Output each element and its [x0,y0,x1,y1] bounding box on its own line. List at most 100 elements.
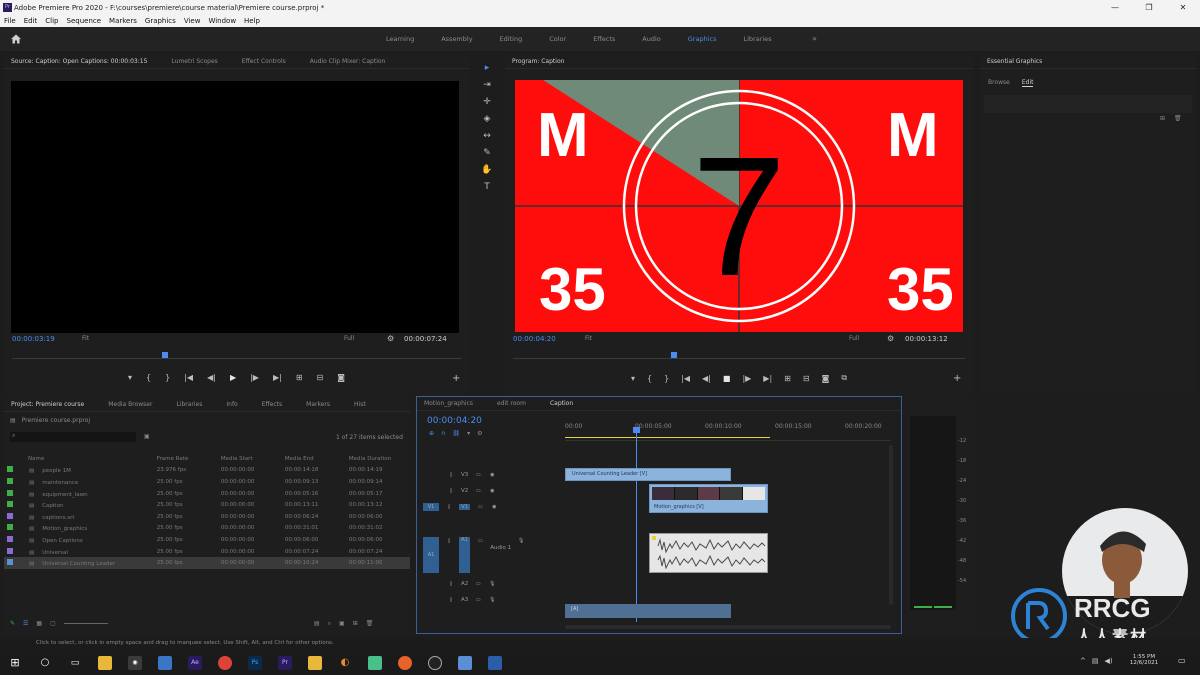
tab-markers[interactable]: Markers [306,401,330,408]
selection-tool-icon[interactable]: ▸ [481,62,493,74]
tab-seq-edit-room[interactable]: edit room [497,400,526,407]
game-icon[interactable] [308,655,322,670]
firefox-icon[interactable] [398,655,412,670]
lock-icon[interactable]: ▯ [447,580,455,588]
label-color-swatch[interactable] [7,559,13,566]
workspace-learning[interactable]: Learning [386,35,414,43]
new-bin-bottom-icon[interactable]: ▣ [339,620,345,628]
label-color-swatch[interactable] [7,535,13,542]
close-button[interactable]: ✕ [1166,0,1200,15]
track-select-icon[interactable]: ⇥ [481,79,493,91]
timeline-timecode[interactable]: 00:00:04:20 [427,416,482,426]
track-a2-label[interactable]: A2 [461,581,468,587]
blender-icon[interactable]: ◐ [338,656,352,670]
workspace-assembly[interactable]: Assembly [441,35,472,43]
workspace-color[interactable]: Color [549,35,566,43]
zoom-slider[interactable] [63,623,108,624]
program-video-frame[interactable]: M M 35 35 7 [515,80,963,332]
program-playhead[interactable] [671,352,677,358]
overwrite-icon[interactable]: ⊟ [317,373,324,382]
volume-icon[interactable]: ◀) [1105,657,1113,665]
chrome-icon[interactable] [218,655,232,670]
pencil-icon[interactable]: ✎ [10,620,15,627]
photoshop-icon[interactable]: Ps [248,655,262,670]
tab-history[interactable]: Hist [354,401,366,408]
menu-help[interactable]: Help [244,17,260,25]
sync-icon[interactable]: ▭ [476,537,484,545]
lock-icon[interactable]: ▯ [447,487,455,495]
mic-icon[interactable]: 🎙 [488,580,496,588]
label-color-swatch[interactable] [7,512,13,519]
program-timecode-out[interactable]: 00:00:13:12 [905,335,948,343]
lock-icon[interactable]: ▯ [445,537,453,545]
sync-icon[interactable]: ▭ [474,471,482,479]
new-layer-icon[interactable]: ⊞ [1160,115,1165,122]
wrench-icon[interactable]: ⚙ [387,334,394,343]
tab-audio-clip-mixer[interactable]: Audio Clip Mixer: Caption [310,58,386,65]
sync-icon[interactable]: ▭ [474,487,482,495]
project-row[interactable]: ▤ maintenance 25.00 fps 00:00:00:00 00:00:09… [4,476,410,488]
track-v3-label[interactable]: V3 [461,472,468,478]
eye-icon[interactable]: ◉ [488,471,496,479]
graphics-layer-list[interactable] [984,95,1192,113]
tab-effect-controls[interactable]: Effect Controls [242,58,286,65]
project-row[interactable]: ▤ captions.srt 25.00 fps 00:00:00:00 00:00:0… [4,511,410,523]
program-mark-in-button[interactable]: { [647,374,652,383]
clock-date[interactable]: 12/6/2021 [1128,660,1160,666]
menu-edit[interactable]: Edit [24,17,38,25]
linked-select-icon[interactable]: ⛓ [452,430,460,437]
program-mark-out-button[interactable]: } [664,374,669,383]
source-fit-dropdown[interactable]: Fit [82,335,89,342]
label-color-swatch[interactable] [7,524,13,531]
lock-icon[interactable]: ▯ [445,503,453,511]
track-v2-label[interactable]: V2 [461,488,468,494]
sync-icon[interactable]: ▭ [476,503,484,511]
comparison-view-icon[interactable]: ⧉ [841,373,847,383]
clip-a3[interactable]: [A] [565,604,731,618]
tab-source[interactable]: Source: Caption: Open Captions: 00:00:03… [11,58,147,65]
app-blue-icon[interactable] [458,655,472,670]
app-monitor-icon[interactable] [488,655,502,670]
track-v1-label[interactable]: V1 [459,504,471,510]
file-explorer-icon[interactable] [98,655,112,670]
mark-in-button[interactable]: { [146,373,151,382]
workspace-graphics[interactable]: Graphics [688,35,717,43]
go-to-in-icon[interactable]: |◀ [184,373,193,382]
menu-graphics[interactable]: Graphics [145,17,176,25]
menu-sequence[interactable]: Sequence [67,17,102,25]
label-color-swatch[interactable] [7,489,13,496]
workspace-audio[interactable]: Audio [642,35,660,43]
tab-browse[interactable]: Browse [988,79,1010,87]
add-button-icon[interactable]: + [452,373,460,384]
mic-icon[interactable]: 🎙 [488,596,496,604]
project-row[interactable]: ▤ Universal 25.00 fps 00:00:00:00 00:00:07:2… [4,546,410,558]
source-timecode-out[interactable]: 00:00:07:24 [404,335,447,343]
column-media-start[interactable]: Media Start [218,453,282,465]
resolve-icon[interactable]: ◉ [128,655,142,670]
program-scrubber[interactable] [513,351,965,359]
clip-motion-graphics[interactable]: Motion_graphics [V] [649,484,768,513]
tab-seq-motion-graphics[interactable]: Motion_graphics [424,400,473,407]
tab-edit[interactable]: Edit [1021,79,1034,87]
go-to-out-icon[interactable]: ▶| [273,373,282,382]
pen-tool-icon[interactable]: ✎ [481,147,493,159]
play-icon[interactable]: ▶ [230,373,236,382]
clip-counting-leader[interactable]: Universal Counting Leader [V] [565,468,731,481]
icon-view-icon[interactable]: ▦ [36,620,42,627]
lock-icon[interactable]: ▯ [447,596,455,604]
timeline-playhead[interactable] [636,427,637,622]
source-patch-a1[interactable]: A1 [423,537,439,573]
eye-icon[interactable]: ◉ [488,487,496,495]
add-marker-icon[interactable]: ▾ [467,430,470,437]
project-row[interactable]: ▤ Caption 25.00 fps 00:00:00:00 00:00:13:11 0… [4,499,410,511]
label-color-swatch[interactable] [7,547,13,554]
program-quality-dropdown[interactable]: Full [849,335,859,342]
hand-tool-icon[interactable]: ✋ [481,164,493,176]
new-bin-icon[interactable]: ▣ [144,433,150,440]
tab-seq-caption[interactable]: Caption [550,400,573,407]
column-name[interactable]: Name [4,453,154,465]
clip-audio-waveform[interactable] [649,533,768,573]
project-row[interactable]: ▤ Open Captions 25.00 fps 00:00:00:00 00:00:… [4,534,410,546]
workspace-libraries[interactable]: Libraries [743,35,771,43]
tab-project[interactable]: Project: Premiere course [11,401,84,408]
